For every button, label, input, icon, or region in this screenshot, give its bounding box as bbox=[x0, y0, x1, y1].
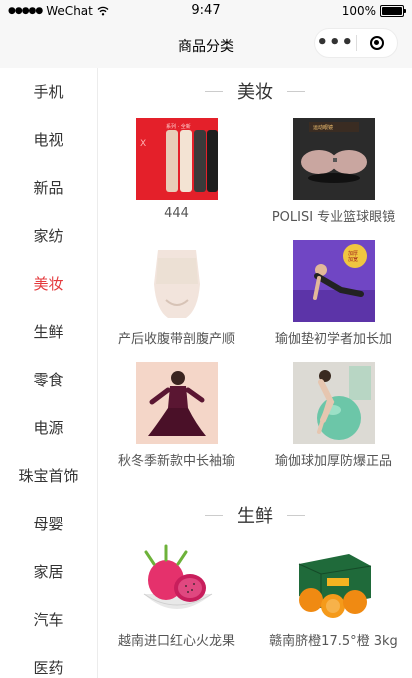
battery-icon bbox=[380, 5, 406, 17]
category-sidebar: 手机 电视 新品 家纺 美妆 生鲜 零食 电源 珠宝首饰 母婴 家居 汽车 医药 bbox=[0, 68, 98, 678]
divider-line bbox=[205, 90, 223, 92]
product-card[interactable]: 越南进口红心火龙果 bbox=[98, 538, 255, 660]
product-card[interactable]: 加厚 加宽 瑜伽垫初学者加长加 bbox=[255, 236, 412, 358]
product-grid: 越南进口红心火龙果 赣南脐橙17.5°橙 3kg bbox=[98, 538, 412, 660]
product-content: 美妆 X 系列 · 全新 444 运动眼镜 POLISI 专业篮球眼镜 产后收腹… bbox=[98, 68, 412, 678]
svg-text:X: X bbox=[140, 139, 146, 149]
divider-line bbox=[205, 514, 223, 516]
sunglasses-icon: 运动眼镜 bbox=[292, 118, 375, 200]
product-card[interactable]: 产后收腹带剖腹产顺 bbox=[98, 236, 255, 358]
svg-text:加宽: 加宽 bbox=[348, 256, 358, 263]
product-name: 瑜伽球加厚防爆正品 bbox=[274, 454, 392, 469]
sidebar-item[interactable]: 电视 bbox=[0, 116, 97, 164]
product-grid: X 系列 · 全新 444 运动眼镜 POLISI 专业篮球眼镜 产后收腹带剖腹… bbox=[98, 114, 412, 480]
sidebar-item[interactable]: 家居 bbox=[0, 548, 97, 596]
section-header: 生鲜 bbox=[98, 492, 412, 538]
sidebar-item[interactable]: 新品 bbox=[0, 164, 97, 212]
product-card[interactable]: X 系列 · 全新 444 bbox=[98, 114, 255, 236]
battery-percent: 100% bbox=[341, 4, 376, 18]
dragon-fruit-icon bbox=[135, 542, 218, 624]
sidebar-item[interactable]: 生鲜 bbox=[0, 308, 97, 356]
sidebar-item[interactable]: 母婴 bbox=[0, 500, 97, 548]
product-card[interactable]: 运动眼镜 POLISI 专业篮球眼镜 bbox=[255, 114, 412, 236]
svg-text:运动眼镜: 运动眼镜 bbox=[313, 124, 333, 131]
sidebar-item[interactable]: 电源 bbox=[0, 404, 97, 452]
nav-bar: 商品分类 ••• bbox=[0, 24, 412, 68]
more-button[interactable]: ••• bbox=[315, 34, 356, 52]
product-name: 产后收腹带剖腹产顺 bbox=[117, 332, 235, 347]
product-name: 赣南脐橙17.5°橙 3kg bbox=[269, 634, 398, 649]
status-bar: ●●●●● WeChat 9:47 100% bbox=[0, 0, 412, 24]
more-icon: ••• bbox=[316, 32, 354, 53]
section-title: 生鲜 bbox=[237, 506, 273, 527]
product-name: 444 bbox=[164, 206, 189, 221]
section-header: 美妆 bbox=[98, 68, 412, 114]
sidebar-item[interactable]: 珠宝首饰 bbox=[0, 452, 97, 500]
sidebar-item[interactable]: 医药 bbox=[0, 644, 97, 678]
product-card[interactable]: 瑜伽球加厚防爆正品 bbox=[255, 358, 412, 480]
sidebar-item-active[interactable]: 美妆 bbox=[0, 260, 97, 308]
yoga-ball-icon bbox=[292, 362, 375, 444]
svg-text:加厚: 加厚 bbox=[348, 250, 358, 257]
yoga-mat-icon: 加厚 加宽 bbox=[292, 240, 375, 322]
close-icon bbox=[369, 36, 384, 50]
product-card[interactable]: 秋冬季新款中长袖瑜 bbox=[98, 358, 255, 480]
sidebar-item[interactable]: 家纺 bbox=[0, 212, 97, 260]
product-name: 越南进口红心火龙果 bbox=[117, 634, 235, 649]
sidebar-item[interactable]: 手机 bbox=[0, 68, 97, 116]
yoga-wear-icon bbox=[135, 362, 218, 444]
product-name: 秋冬季新款中长袖瑜 bbox=[117, 454, 235, 469]
sidebar-item[interactable]: 零食 bbox=[0, 356, 97, 404]
product-name: 瑜伽垫初学者加长加 bbox=[274, 332, 392, 347]
divider-line bbox=[287, 90, 305, 92]
sidebar-item[interactable]: 汽车 bbox=[0, 596, 97, 644]
status-right: 100% bbox=[341, 4, 406, 18]
product-name: POLISI 专业篮球眼镜 bbox=[271, 210, 396, 225]
mini-program-capsule: ••• bbox=[314, 28, 398, 58]
close-button[interactable] bbox=[357, 36, 398, 50]
svg-text:系列 · 全新: 系列 · 全新 bbox=[166, 123, 191, 130]
oranges-icon bbox=[292, 542, 375, 624]
product-card[interactable]: 赣南脐橙17.5°橙 3kg bbox=[255, 538, 412, 660]
divider-line bbox=[287, 514, 305, 516]
body-shaper-icon bbox=[135, 240, 218, 322]
phones-icon: X 系列 · 全新 bbox=[135, 118, 218, 200]
section-title: 美妆 bbox=[237, 82, 273, 103]
